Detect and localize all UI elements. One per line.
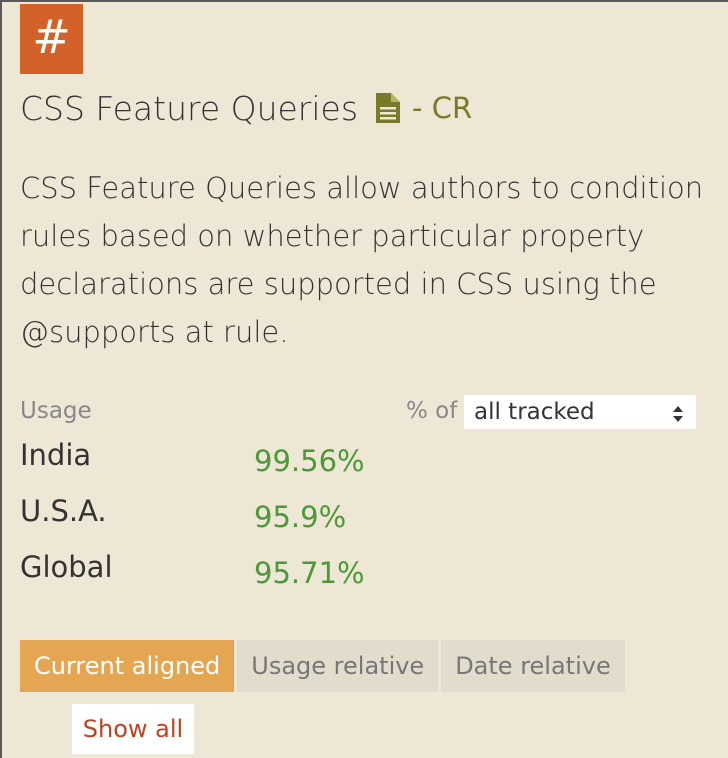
view-mode-tabs: Current aligned Usage relative Date rela… bbox=[20, 640, 625, 692]
tab-date-relative[interactable]: Date relative bbox=[441, 640, 625, 692]
usage-percent[interactable]: 95.9% bbox=[254, 500, 346, 534]
usage-row-usa: U.S.A. 95.9% bbox=[20, 494, 380, 534]
percent-of-label: % of bbox=[406, 398, 458, 424]
document-icon[interactable] bbox=[374, 93, 401, 123]
usage-region: Global bbox=[20, 550, 113, 584]
permalink-hash-button[interactable]: # bbox=[20, 4, 83, 74]
usage-percent[interactable]: 95.71% bbox=[254, 556, 365, 590]
show-all-button[interactable]: Show all bbox=[72, 704, 194, 754]
spec-status-badge[interactable]: - CR bbox=[412, 91, 472, 125]
usage-scope-select[interactable]: all tracked bbox=[464, 395, 696, 429]
select-arrows-icon bbox=[672, 401, 684, 423]
tab-usage-relative[interactable]: Usage relative bbox=[237, 640, 439, 692]
usage-region: U.S.A. bbox=[20, 494, 107, 528]
usage-percent[interactable]: 99.56% bbox=[254, 444, 365, 478]
usage-row-india: India 99.56% bbox=[20, 438, 380, 478]
usage-row-global: Global 95.71% bbox=[20, 550, 380, 590]
feature-description: CSS Feature Queries allow authors to con… bbox=[20, 171, 704, 349]
usage-label: Usage bbox=[20, 398, 92, 424]
tab-current-aligned[interactable]: Current aligned bbox=[20, 640, 235, 692]
feature-title: CSS Feature Queries bbox=[20, 88, 359, 128]
usage-region: India bbox=[20, 438, 92, 472]
feature-title-row: CSS Feature Queries - CR bbox=[20, 86, 472, 130]
usage-scope-selected: all tracked bbox=[474, 399, 595, 425]
